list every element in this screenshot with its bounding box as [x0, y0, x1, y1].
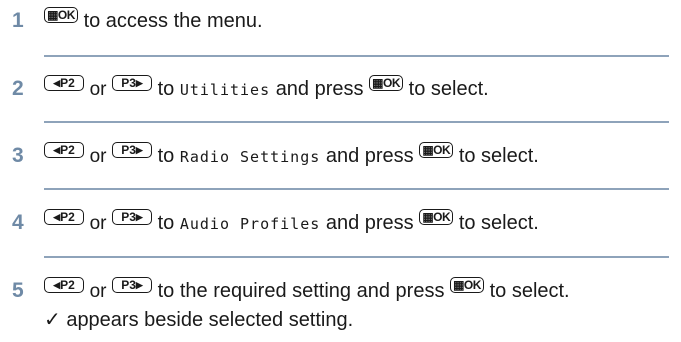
step-text: ◀P2 or P3▶ to the required setting and p…	[44, 277, 677, 305]
select-text: to select.	[458, 212, 539, 234]
step-text: ◀P2 or P3▶ to Utilities and press ▦OK to…	[44, 75, 677, 103]
p2-button-icon: ◀P2	[44, 75, 84, 91]
step-text: ◀P2 or P3▶ to Audio Profiles and press ▦…	[44, 209, 677, 237]
menu-item-radio-settings: Radio Settings	[179, 148, 321, 166]
press-text: and press	[325, 145, 414, 167]
p2-button-icon: ◀P2	[44, 209, 84, 225]
to-text: to	[157, 78, 175, 100]
menu-ok-button-icon: ▦OK	[369, 75, 404, 91]
p3-button-icon: P3▶	[112, 75, 153, 91]
or-text: or	[89, 281, 107, 302]
divider	[44, 55, 669, 57]
step-text: ◀P2 or P3▶ to Radio Settings and press ▦…	[44, 142, 677, 170]
result-note: ✓ appears beside selected setting.	[44, 309, 354, 331]
divider	[44, 121, 669, 123]
or-text: or	[89, 213, 107, 234]
menu-ok-button-icon: ▦OK	[419, 142, 454, 158]
or-text: or	[89, 79, 107, 100]
step-instruction: to access the menu.	[83, 10, 263, 32]
step-number: 2	[12, 77, 24, 100]
step-text: ▦OK to access the menu.	[44, 7, 677, 34]
menu-item-audio-profiles: Audio Profiles	[179, 215, 321, 233]
p2-button-icon: ◀P2	[44, 142, 84, 158]
menu-ok-button-icon: ▦OK	[44, 7, 78, 23]
p3-button-icon: P3▶	[112, 142, 153, 158]
press-text: and press	[275, 78, 364, 100]
step-number: 3	[12, 144, 24, 167]
divider	[44, 256, 669, 258]
select-text: to select.	[489, 280, 570, 302]
menu-item-utilities: Utilities	[179, 81, 271, 99]
step-number: 4	[12, 211, 24, 234]
p3-button-icon: P3▶	[112, 209, 153, 225]
step-number: 5	[12, 279, 24, 302]
to-text: to the required setting and press	[157, 280, 445, 302]
to-text: to	[157, 212, 175, 234]
press-text: and press	[325, 212, 414, 234]
p2-button-icon: ◀P2	[44, 277, 84, 293]
or-text: or	[89, 146, 107, 167]
menu-ok-button-icon: ▦OK	[450, 277, 485, 293]
divider	[44, 188, 669, 190]
step-number: 1	[12, 9, 24, 32]
to-text: to	[157, 145, 175, 167]
p3-button-icon: P3▶	[112, 277, 153, 293]
menu-ok-button-icon: ▦OK	[419, 209, 454, 225]
select-text: to select.	[458, 145, 539, 167]
select-text: to select.	[408, 78, 489, 100]
